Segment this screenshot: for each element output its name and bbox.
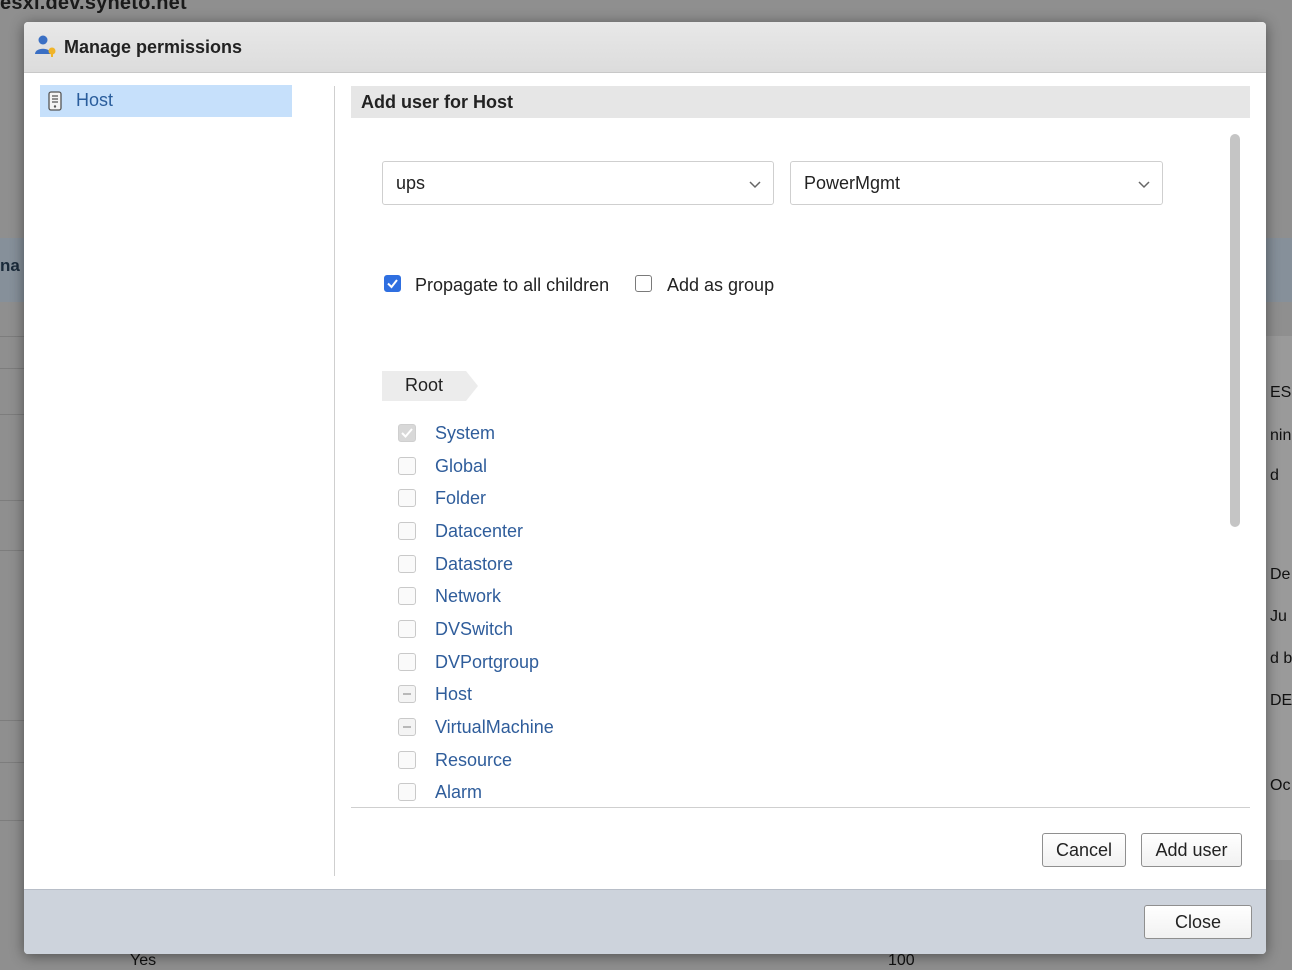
privilege-label[interactable]: VirtualMachine [435, 717, 554, 738]
background-fragment: d [1270, 467, 1279, 484]
privilege-row[interactable]: DVPortgroup [394, 649, 994, 681]
checkmark-icon [387, 279, 398, 289]
background-fragment: ES [1270, 384, 1292, 401]
privilege-checkbox[interactable] [398, 751, 416, 769]
background-fragment: Ju [1270, 608, 1287, 625]
privilege-checkbox[interactable] [398, 457, 416, 475]
dialog-header: Manage permissions [24, 22, 1266, 73]
scrollbar-thumb[interactable] [1230, 134, 1240, 527]
privilege-label[interactable]: System [435, 423, 495, 444]
background-bottom-left: Yes [130, 952, 157, 969]
privilege-label[interactable]: Host [435, 684, 472, 705]
privilege-row[interactable]: System [394, 420, 994, 452]
privilege-label[interactable]: Folder [435, 488, 486, 509]
tree-item-host[interactable]: Host [40, 85, 292, 117]
privilege-checkbox[interactable] [398, 555, 416, 573]
privilege-checkbox[interactable] [398, 424, 416, 442]
privilege-row[interactable]: Network [394, 583, 994, 615]
tree-item-label: Host [76, 90, 114, 110]
background-host-title: esxi.dev.syneto.net [0, 0, 187, 14]
privilege-row[interactable]: Resource [394, 747, 994, 779]
dialog-footer: Close [24, 889, 1266, 954]
role-select-value: PowerMgmt [804, 173, 901, 193]
host-server-icon [48, 91, 62, 111]
background-fragment: DE [1270, 692, 1292, 709]
privilege-label[interactable]: DVPortgroup [435, 652, 539, 673]
user-select-value: ups [396, 173, 426, 193]
privilege-label[interactable]: Alarm [435, 782, 482, 803]
privilege-label[interactable]: Network [435, 586, 501, 607]
background-fragment: nin [1270, 427, 1292, 444]
breadcrumb-label: Root [405, 375, 444, 395]
privilege-row[interactable]: Datacenter [394, 518, 994, 550]
user-select[interactable]: ups [382, 161, 774, 205]
action-divider [351, 807, 1250, 808]
role-select[interactable]: PowerMgmt [790, 161, 1163, 205]
dialog-title: Manage permissions [64, 37, 243, 57]
chevron-down-icon [1136, 176, 1152, 192]
background-band-text: na [0, 256, 20, 275]
privilege-row[interactable]: Global [394, 453, 994, 485]
privilege-row[interactable]: Folder [394, 485, 994, 517]
privilege-label[interactable]: DVSwitch [435, 619, 513, 640]
privilege-row[interactable]: Alarm [394, 779, 994, 806]
privilege-label[interactable]: Resource [435, 750, 512, 771]
privilege-row[interactable]: DVSwitch [394, 616, 994, 648]
background-fragment: De [1270, 566, 1291, 583]
chevron-down-icon [747, 176, 763, 192]
checkmark-icon [401, 428, 413, 438]
propagate-label: Propagate to all children [415, 275, 610, 295]
panel-divider [334, 86, 335, 876]
privilege-checkbox[interactable] [398, 685, 416, 703]
add-user-button[interactable]: Add user [1141, 833, 1242, 867]
privilege-checkbox[interactable] [398, 522, 416, 540]
privilege-checkbox[interactable] [398, 620, 416, 638]
privilege-row[interactable]: Host [394, 681, 994, 713]
partial-dash-icon [403, 693, 411, 695]
section-header: Add user for Host [351, 86, 1250, 118]
privilege-label[interactable]: Global [435, 456, 487, 477]
section-title: Add user for Host [361, 92, 514, 112]
privilege-checkbox[interactable] [398, 489, 416, 507]
privilege-checkbox[interactable] [398, 587, 416, 605]
close-button[interactable]: Close [1144, 905, 1252, 939]
privilege-checkbox[interactable] [398, 718, 416, 736]
add-as-group-label: Add as group [667, 275, 775, 295]
cancel-button[interactable]: Cancel [1042, 833, 1126, 867]
privilege-row[interactable]: Datastore [394, 551, 994, 583]
privilege-list: System Global Folder Datacenter Datastor… [394, 420, 994, 806]
propagate-checkbox[interactable] [384, 275, 401, 292]
privilege-label[interactable]: Datastore [435, 554, 513, 575]
privilege-label[interactable]: Datacenter [435, 521, 523, 542]
privilege-checkbox[interactable] [398, 653, 416, 671]
manage-permissions-dialog: Manage permissions Host Add user for Hos… [24, 22, 1266, 954]
partial-dash-icon [403, 726, 411, 728]
privilege-row[interactable]: VirtualMachine [394, 714, 994, 746]
background-fragment: Oc [1270, 777, 1291, 794]
add-as-group-checkbox[interactable] [635, 275, 652, 292]
privilege-checkbox[interactable] [398, 783, 416, 801]
background-bottom-right: 100 [888, 952, 915, 969]
breadcrumb-root[interactable]: Root [382, 371, 478, 401]
users-permissions-icon [34, 34, 58, 58]
background-fragment: d b [1270, 650, 1292, 667]
